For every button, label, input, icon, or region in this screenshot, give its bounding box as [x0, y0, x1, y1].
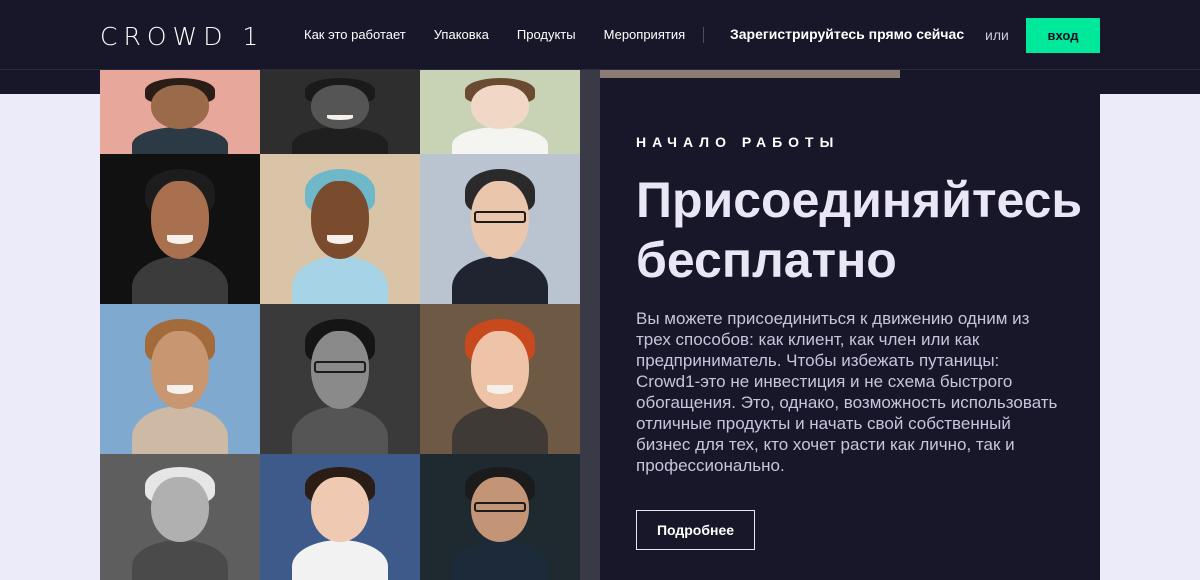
photo-glasses	[474, 501, 526, 512]
photo-strip-edge	[600, 70, 900, 78]
member-photo	[420, 454, 580, 580]
photo-smile	[327, 235, 353, 244]
photo-shoulders	[292, 127, 388, 154]
photo-edge-strip	[580, 70, 600, 154]
member-photo	[260, 154, 420, 304]
member-photo	[260, 454, 420, 580]
photo-glasses	[314, 361, 366, 373]
photo-smile	[167, 385, 193, 394]
or-text: или	[985, 27, 1009, 43]
photo-face	[311, 85, 369, 129]
photo-face	[471, 331, 529, 409]
member-photo	[260, 70, 420, 154]
logo-text: CROWD 1	[100, 22, 265, 51]
photo-glasses	[474, 211, 526, 223]
nav-link-how-it-works[interactable]: Как это работает	[304, 27, 406, 42]
member-photo	[420, 304, 580, 454]
hero-headline: Присоединяйтесь бесплатно	[636, 172, 1083, 288]
photo-face	[151, 476, 209, 543]
member-photo	[100, 154, 260, 304]
photo-smile	[487, 385, 513, 394]
photo-face	[311, 181, 369, 259]
member-photo	[100, 304, 260, 454]
nav-link-packages[interactable]: Упаковка	[434, 27, 489, 42]
nav-link-products[interactable]: Продукты	[517, 27, 576, 42]
member-photo	[420, 154, 580, 304]
hero-description: Вы можете присоединиться к движению одни…	[636, 309, 1058, 475]
member-photo	[260, 304, 420, 454]
member-photo	[100, 70, 260, 154]
photo-edge-strip	[580, 454, 600, 580]
photo-face	[471, 85, 529, 129]
member-photo	[100, 454, 260, 580]
photo-shoulders	[132, 127, 228, 154]
photo-smile	[167, 235, 193, 244]
photo-face	[311, 476, 369, 543]
member-photo	[420, 70, 580, 154]
learn-more-button[interactable]: Подробнее	[636, 510, 755, 550]
photo-face	[151, 181, 209, 259]
main-nav: Как это работает Упаковка Продукты Мероп…	[304, 27, 685, 42]
photo-edge-strip	[580, 154, 600, 304]
top-navbar: CROWD 1 Как это работает Упаковка Продук…	[0, 0, 1200, 70]
photo-face	[151, 85, 209, 129]
photo-edge-strip	[580, 304, 600, 454]
photo-shoulders	[452, 127, 548, 154]
member-photo-grid	[100, 70, 600, 580]
nav-link-events[interactable]: Мероприятия	[604, 27, 686, 42]
photo-face	[151, 331, 209, 409]
crowd1-logo[interactable]: CROWD 1	[100, 22, 264, 51]
login-button[interactable]: вход	[1026, 18, 1100, 53]
section-eyebrow: НАЧАЛО РАБОТЫ	[636, 134, 840, 150]
register-link[interactable]: Зарегистрируйтесь прямо сейчас	[730, 26, 964, 42]
nav-divider	[703, 27, 704, 43]
